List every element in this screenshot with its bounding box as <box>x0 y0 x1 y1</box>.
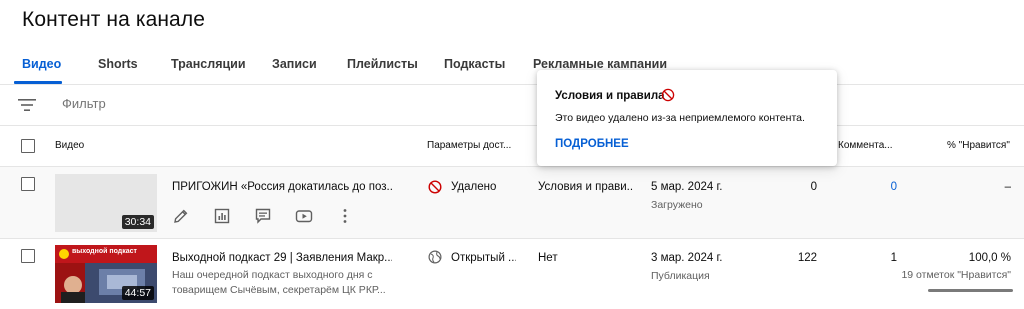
thumbnail-caption: выходной подкаст <box>72 248 137 255</box>
tab-promotions[interactable]: Рекламные кампании <box>533 57 667 71</box>
table-row[interactable]: 30:34 ПРИГОЖИН «Россия докатилась до поз… <box>0 167 1024 238</box>
tab-shorts[interactable]: Shorts <box>98 57 138 71</box>
analytics-icon[interactable] <box>213 207 231 225</box>
filter-lines-icon[interactable] <box>18 97 36 113</box>
comments-value: 1 <box>890 252 897 264</box>
visibility-status[interactable]: Открытый ... <box>451 252 516 264</box>
visibility-status[interactable]: Удалено <box>451 181 496 193</box>
ban-icon <box>428 180 442 194</box>
views-value: 0 <box>810 181 817 193</box>
ban-icon <box>661 88 675 102</box>
more-options-icon[interactable] <box>336 207 354 225</box>
video-title[interactable]: Выходной подкаст 29 | Заявления Макр... <box>172 252 392 264</box>
views-value: 122 <box>797 252 817 264</box>
tab-podcasts[interactable]: Подкасты <box>444 57 505 71</box>
date-value: 5 мар. 2024 г. <box>651 181 723 193</box>
tab-playlists[interactable]: Плейлисты <box>347 57 418 71</box>
edit-pencil-icon[interactable] <box>172 207 190 225</box>
video-description: товарищем Сычёвым, секретарём ЦК РКР... <box>172 284 386 296</box>
duration-badge: 30:34 <box>121 215 154 229</box>
tab-video[interactable]: Видео <box>22 57 61 71</box>
video-title[interactable]: ПРИГОЖИН «Россия докатилась до поз... <box>172 181 392 193</box>
likes-count: 19 отметок "Нравится" <box>901 269 1011 281</box>
popover-body: Это видео удалено из-за неприемлемого ко… <box>555 112 805 124</box>
horizontal-scrollbar[interactable] <box>928 289 1013 292</box>
likes-value: – <box>1004 181 1011 193</box>
filter-input[interactable] <box>62 96 362 111</box>
restriction-popover: Условия и правила Это видео удалено из-з… <box>537 70 837 166</box>
date-label: Публикация <box>651 270 710 282</box>
date-label: Загружено <box>651 199 703 211</box>
column-video[interactable]: Видео <box>55 140 84 151</box>
content-tabs: Видео Shorts Трансляции Записи Плейлисты… <box>0 50 1024 84</box>
column-likes[interactable]: % "Нравится" <box>947 140 1010 151</box>
tab-posts[interactable]: Записи <box>272 57 317 71</box>
likes-value: 100,0 % <box>968 252 1011 264</box>
duration-badge: 44:57 <box>121 286 154 300</box>
video-thumbnail[interactable]: 30:34 <box>55 174 157 232</box>
table-row[interactable]: выходной подкаст 44:57 Выходной подкаст … <box>0 239 1024 309</box>
video-thumbnail[interactable]: выходной подкаст 44:57 <box>55 245 157 303</box>
table-header: Видео Параметры дост... Коммента... % "Н… <box>0 126 1024 166</box>
popover-title: Условия и правила <box>555 90 665 102</box>
video-description: Наш очередной подкаст выходного дня с <box>172 269 373 281</box>
row-checkbox[interactable] <box>21 177 35 191</box>
column-visibility[interactable]: Параметры дост... <box>427 140 511 151</box>
filter-bar <box>0 85 1024 125</box>
comments-icon[interactable] <box>254 207 272 225</box>
youtube-play-icon[interactable] <box>295 207 313 225</box>
learn-more-link[interactable]: ПОДРОБНЕЕ <box>555 138 629 150</box>
comments-value[interactable]: 0 <box>860 181 897 193</box>
globe-icon <box>428 250 442 264</box>
tab-live[interactable]: Трансляции <box>171 57 246 71</box>
row-checkbox[interactable] <box>21 249 35 263</box>
restrictions-value[interactable]: Условия и прави... <box>538 181 633 193</box>
restrictions-value: Нет <box>538 252 558 264</box>
page-title: Контент на канале <box>22 8 205 31</box>
select-all-checkbox[interactable] <box>21 139 35 153</box>
date-value: 3 мар. 2024 г. <box>651 252 723 264</box>
column-comments[interactable]: Коммента... <box>838 140 893 151</box>
